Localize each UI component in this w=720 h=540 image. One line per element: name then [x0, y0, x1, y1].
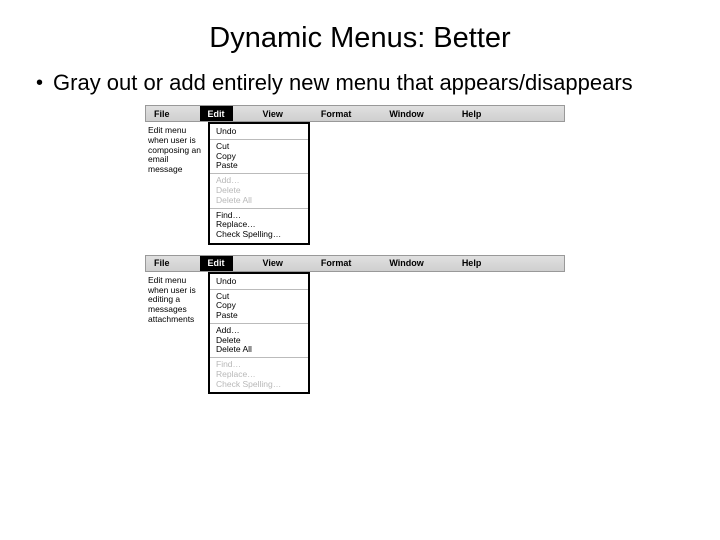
examples-container: File Edit View Format Window Help Edit m…	[145, 105, 565, 394]
menu-item-check-spelling: Check Spelling…	[216, 380, 302, 390]
example-caption: Edit menu when user is editing a message…	[145, 272, 208, 325]
menu-item-undo[interactable]: Undo	[216, 127, 302, 137]
slide-title: Dynamic Menus: Better	[0, 0, 720, 69]
menu-file[interactable]: File	[146, 106, 178, 121]
menu-file[interactable]: File	[146, 256, 178, 271]
menu-item-undo[interactable]: Undo	[216, 277, 302, 287]
menu-help[interactable]: Help	[454, 256, 490, 271]
menu-format[interactable]: Format	[313, 256, 360, 271]
menu-format[interactable]: Format	[313, 106, 360, 121]
example-2: File Edit View Format Window Help Edit m…	[145, 255, 565, 395]
menu-view[interactable]: View	[255, 256, 291, 271]
menu-edit[interactable]: Edit	[200, 256, 233, 271]
bullet-item: • Gray out or add entirely new menu that…	[0, 69, 720, 97]
example-caption: Edit menu when user is composing an emai…	[145, 122, 208, 175]
menu-help[interactable]: Help	[454, 106, 490, 121]
menu-window[interactable]: Window	[381, 256, 431, 271]
menu-item-delete-all: Delete All	[216, 196, 302, 206]
menu-window[interactable]: Window	[381, 106, 431, 121]
menu-edit[interactable]: Edit	[200, 106, 233, 121]
menu-item-delete-all[interactable]: Delete All	[216, 345, 302, 355]
edit-dropdown: Undo Cut Copy Paste Add… Delete Delete A…	[208, 122, 310, 245]
menu-item-paste[interactable]: Paste	[216, 311, 302, 321]
menubar: File Edit View Format Window Help	[145, 255, 565, 272]
edit-dropdown: Undo Cut Copy Paste Add… Delete Delete A…	[208, 272, 310, 395]
menu-view[interactable]: View	[255, 106, 291, 121]
example-1: File Edit View Format Window Help Edit m…	[145, 105, 565, 245]
bullet-marker: •	[36, 69, 53, 97]
bullet-text: Gray out or add entirely new menu that a…	[53, 69, 633, 97]
menubar: File Edit View Format Window Help	[145, 105, 565, 122]
menu-item-paste[interactable]: Paste	[216, 161, 302, 171]
menu-item-check-spelling[interactable]: Check Spelling…	[216, 230, 302, 240]
